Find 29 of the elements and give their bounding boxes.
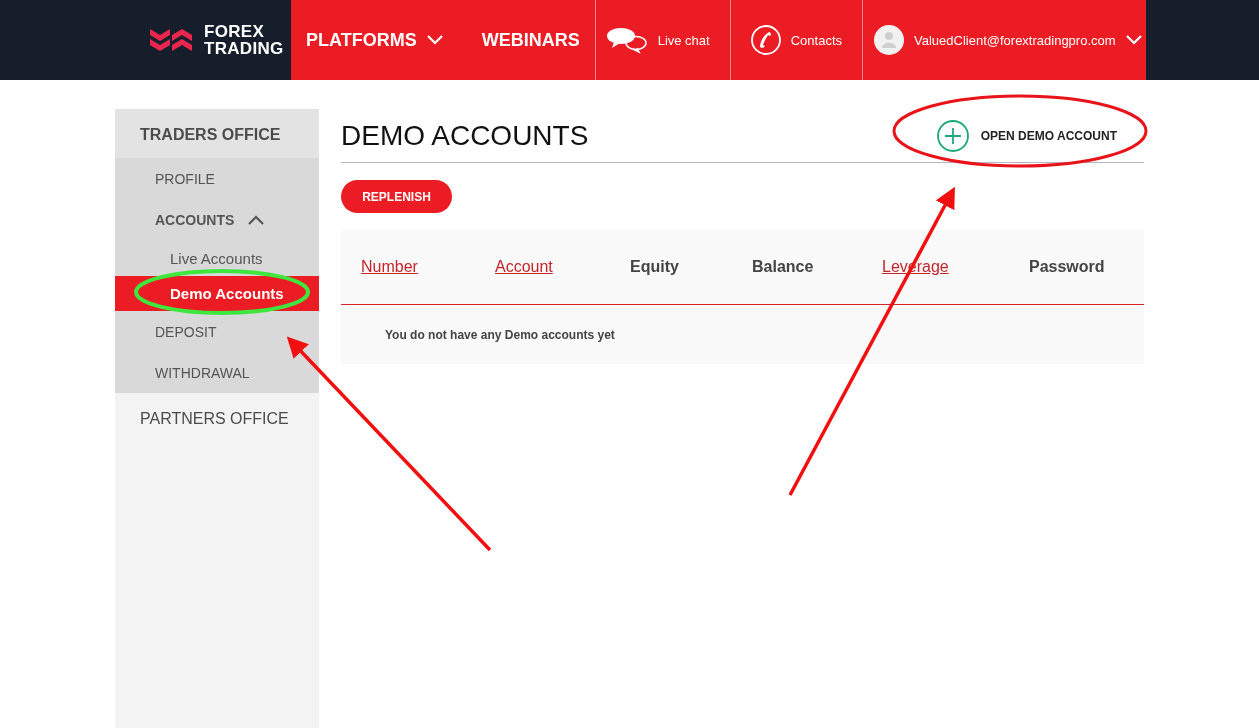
user-email: ValuedClient@forextradingpro.com xyxy=(914,32,1116,48)
sortable-column-header[interactable]: Account xyxy=(495,258,553,276)
column-header: Password xyxy=(1029,258,1106,276)
sidebar-item[interactable]: DEPOSIT xyxy=(115,311,319,352)
replenish-button[interactable]: REPLENISH xyxy=(341,180,452,213)
nav-link[interactable]: PLATFORMS xyxy=(291,0,467,80)
avatar-icon xyxy=(874,25,904,55)
sidebar-subitem[interactable]: Live Accounts xyxy=(115,241,319,276)
column-header: Equity xyxy=(630,258,680,276)
logo-text: FOREX TRADING xyxy=(204,23,284,57)
page-title: DEMO ACCOUNTS xyxy=(341,119,589,152)
header-link[interactable]: Contacts xyxy=(729,0,862,80)
plus-icon xyxy=(936,119,969,152)
column-header: Balance xyxy=(752,258,815,276)
header-link[interactable]: Live chat xyxy=(594,0,730,80)
chevron-up-icon xyxy=(248,215,265,225)
nav-link[interactable]: WEBINARS xyxy=(466,0,595,80)
sidebar-item[interactable]: PROFILE xyxy=(115,158,319,199)
chat-bubbles-icon xyxy=(605,26,648,54)
logo-icon xyxy=(150,27,192,53)
sidebar-item[interactable]: ACCOUNTS xyxy=(115,199,319,241)
user-menu[interactable]: ValuedClient@forextradingpro.com xyxy=(862,0,1152,80)
empty-message: You do not have any Demo accounts yet xyxy=(385,327,615,342)
phone-icon xyxy=(750,25,781,55)
sidebar-section[interactable]: TRADERS OFFICE xyxy=(115,109,319,158)
sidebar-item[interactable]: WITHDRAWAL xyxy=(115,352,319,393)
open-demo-account-button[interactable]: OPEN DEMO ACCOUNT xyxy=(936,119,1117,152)
chevron-down-icon xyxy=(1125,35,1142,45)
sortable-column-header[interactable]: Number xyxy=(361,258,418,276)
